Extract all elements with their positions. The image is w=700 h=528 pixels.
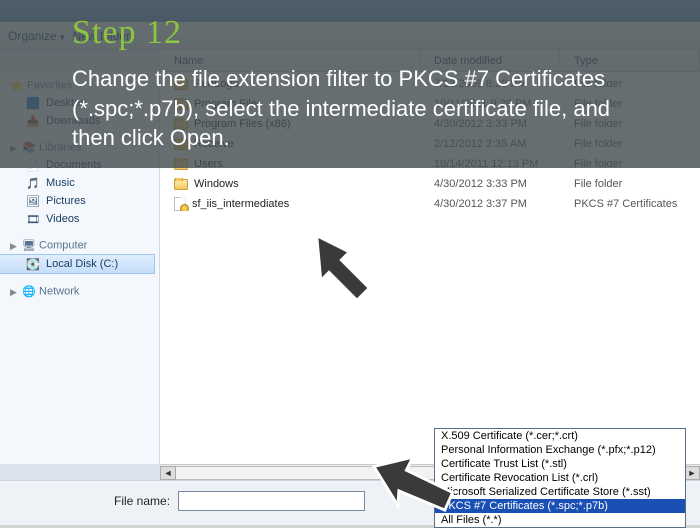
dropdown-icon: ▾	[60, 32, 65, 42]
file-type-cell: File folder	[560, 78, 700, 90]
filter-option[interactable]: X.509 Certificate (*.cer;*.crt)	[435, 429, 685, 443]
file-name-cell: PerfLogs	[160, 78, 420, 90]
file-name-cell: sf_iis_intermediates	[160, 197, 420, 211]
favorites-heading[interactable]: ⭐ Favorites	[0, 76, 159, 94]
filename-input[interactable]	[178, 491, 365, 511]
file-type-cell: File folder	[560, 98, 700, 110]
sidebar-library-item-label: Documents	[46, 159, 102, 171]
dialog-body: ⭐ Favorites 🟦 Desktop 📥 Downloads ▶ 📚 Libra…	[0, 72, 700, 464]
sidebar-library-item[interactable]: 📄 Documents	[0, 156, 159, 174]
sidebar-library-item-label: Videos	[46, 213, 79, 225]
file-date-cell: 2/12/2012 2:35 AM	[420, 138, 560, 150]
file-name-cell: Windows	[160, 178, 420, 190]
column-type[interactable]: Type	[560, 50, 700, 71]
file-date-cell: 4/30/2012 3:37 PM	[420, 198, 560, 210]
scroll-left-button[interactable]: ◄	[160, 466, 176, 480]
file-name-label: Users	[194, 158, 223, 170]
file-type-dropdown[interactable]: X.509 Certificate (*.cer;*.crt)Personal …	[434, 428, 686, 528]
file-date-cell: 4/30/2012 3:33 PM	[420, 178, 560, 190]
sidebar-favorite-item[interactable]: 🟦 Desktop	[0, 94, 159, 112]
file-name-cell: Program Files (x86)	[160, 118, 420, 130]
column-name[interactable]: Name	[160, 50, 420, 71]
computer-icon: 🖥	[22, 238, 36, 252]
file-date-cell: 7/13/2009 8:20 PM	[420, 78, 560, 90]
filename-label: File name:	[114, 494, 170, 508]
expand-icon[interactable]: ▶	[10, 241, 17, 251]
file-type-cell: File folder	[560, 178, 700, 190]
folder-icon	[174, 179, 188, 190]
organize-menu[interactable]: Organize ▾	[8, 29, 65, 43]
folder-icon	[174, 99, 188, 110]
scroll-right-button[interactable]: ►	[684, 466, 700, 480]
sidebar-favorite-item-icon: 📥	[26, 114, 40, 128]
network-heading[interactable]: ▶ 🌐 Network	[0, 282, 159, 300]
new-folder-button[interactable]: New folder	[73, 29, 130, 43]
sidebar-drive-item[interactable]: 💽 Local Disk (C:)	[0, 254, 155, 274]
expand-icon[interactable]: ▶	[10, 143, 17, 153]
file-name-cell: Program Files	[160, 98, 420, 110]
filter-option[interactable]: Personal Information Exchange (*.pfx;*.p…	[435, 443, 685, 457]
folder-icon	[174, 119, 188, 130]
file-name-label: PerfLogs	[194, 78, 238, 90]
sidebar-library-item-icon: 🎵	[26, 176, 40, 190]
file-type-cell: File folder	[560, 138, 700, 150]
sidebar-library-item[interactable]: 🎞 Videos	[0, 210, 159, 228]
sidebar-library-item[interactable]: 🖼 Pictures	[0, 192, 159, 210]
file-type-cell: File folder	[560, 118, 700, 130]
file-name-label: sf_iis_intermediates	[192, 198, 289, 210]
sidebar-drive-item-icon: 💽	[26, 257, 40, 271]
file-list[interactable]: PerfLogs7/13/2009 8:20 PMFile folderProg…	[160, 72, 700, 464]
file-date-cell: 10/14/2011 12:13 PM	[420, 158, 560, 170]
sidebar-library-item-icon: 📄	[26, 158, 40, 172]
file-row[interactable]: PerfLogs 7/13/2009 8:20 PMFile folder	[160, 74, 700, 94]
file-name-label: Program Files (x86)	[194, 118, 291, 130]
library-icon: 📚	[22, 140, 36, 154]
sidebar-library-item-icon: 🖼	[26, 194, 40, 208]
file-row[interactable]: Windows 4/30/2012 3:33 PMFile folder	[160, 174, 700, 194]
sidebar-drive-item-label: Local Disk (C:)	[46, 258, 118, 270]
sidebar-favorite-item[interactable]: 📥 Downloads	[0, 112, 159, 130]
file-row[interactable]: Program Files 10/11/2011 9:29 PMFile fold…	[160, 94, 700, 114]
folder-icon	[174, 159, 188, 170]
filter-option[interactable]: Certificate Revocation List (*.crl)	[435, 471, 685, 485]
libraries-heading[interactable]: ▶ 📚 Libraries	[0, 138, 159, 156]
sidebar-favorite-item-icon: 🟦	[26, 96, 40, 110]
file-row[interactable]: Receive 2/12/2012 2:35 AMFile folder	[160, 134, 700, 154]
filter-option[interactable]: Microsoft Serialized Certificate Store (…	[435, 485, 685, 499]
sidebar-favorite-item-label: Downloads	[46, 115, 100, 127]
file-name-cell: Receive	[160, 138, 420, 150]
certificate-badge-icon	[180, 204, 189, 211]
file-row[interactable]: sf_iis_intermediates 4/30/2012 3:37 PMPKC…	[160, 194, 700, 214]
organize-label: Organize	[8, 29, 57, 43]
filter-option[interactable]: Certificate Trust List (*.stl)	[435, 457, 685, 471]
network-icon: 🌐	[22, 284, 36, 298]
computer-heading[interactable]: ▶ 🖥 Computer	[0, 236, 159, 254]
file-type-cell: PKCS #7 Certificates	[560, 198, 700, 210]
titlebar[interactable]	[0, 0, 700, 22]
nav-sidebar: ⭐ Favorites 🟦 Desktop 📥 Downloads ▶ 📚 Libra…	[0, 72, 160, 464]
file-date-cell: 4/30/2012 3:33 PM	[420, 118, 560, 130]
file-row[interactable]: Users 10/14/2011 12:13 PMFile folder	[160, 154, 700, 174]
certificate-file-icon	[174, 197, 186, 211]
sidebar-library-item-label: Pictures	[46, 195, 86, 207]
sidebar-library-item[interactable]: 🎵 Music	[0, 174, 159, 192]
sidebar-favorite-item-label: Desktop	[46, 97, 86, 109]
folder-icon	[174, 79, 188, 90]
toolbar: Organize ▾ New folder	[0, 22, 700, 50]
file-row[interactable]: Program Files (x86) 4/30/2012 3:33 PMFile…	[160, 114, 700, 134]
star-icon: ⭐	[10, 78, 24, 92]
file-name-label: Windows	[194, 178, 239, 190]
file-name-cell: Users	[160, 158, 420, 170]
column-date[interactable]: Date modified	[420, 50, 560, 71]
sidebar-library-item-label: Music	[46, 177, 75, 189]
sidebar-library-item-icon: 🎞	[26, 212, 40, 226]
column-headers[interactable]: Name Date modified Type	[160, 50, 700, 72]
file-date-cell: 10/11/2011 9:29 PM	[420, 98, 560, 110]
file-type-cell: File folder	[560, 158, 700, 170]
expand-icon[interactable]: ▶	[10, 287, 17, 297]
filter-option[interactable]: PKCS #7 Certificates (*.spc;*.p7b)	[435, 499, 685, 513]
file-name-label: Program Files	[194, 98, 262, 110]
folder-icon	[174, 139, 188, 150]
file-name-label: Receive	[194, 138, 234, 150]
